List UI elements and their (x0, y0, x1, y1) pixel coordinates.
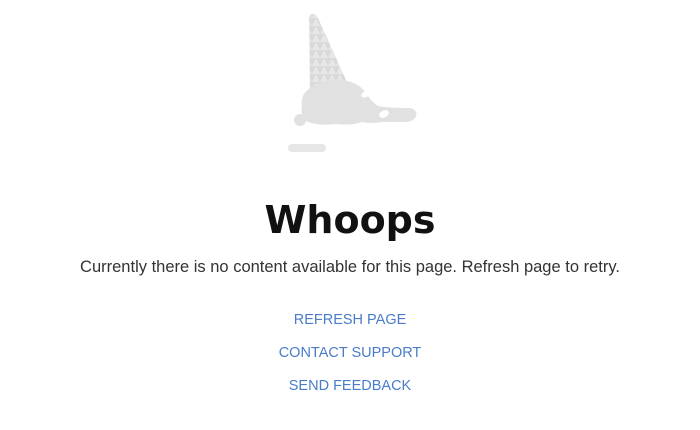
send-feedback-link[interactable]: SEND FEEDBACK (240, 374, 460, 407)
empty-state-message: Currently there is no content available … (80, 258, 620, 276)
page-title: Whoops (264, 198, 436, 242)
action-links: REFRESH PAGE CONTACT SUPPORT SEND FEEDBA… (0, 308, 700, 407)
dropped-ice-cream-cone-icon (280, 10, 430, 160)
refresh-page-link[interactable]: REFRESH PAGE (240, 308, 460, 341)
contact-support-link[interactable]: CONTACT SUPPORT (240, 341, 460, 374)
